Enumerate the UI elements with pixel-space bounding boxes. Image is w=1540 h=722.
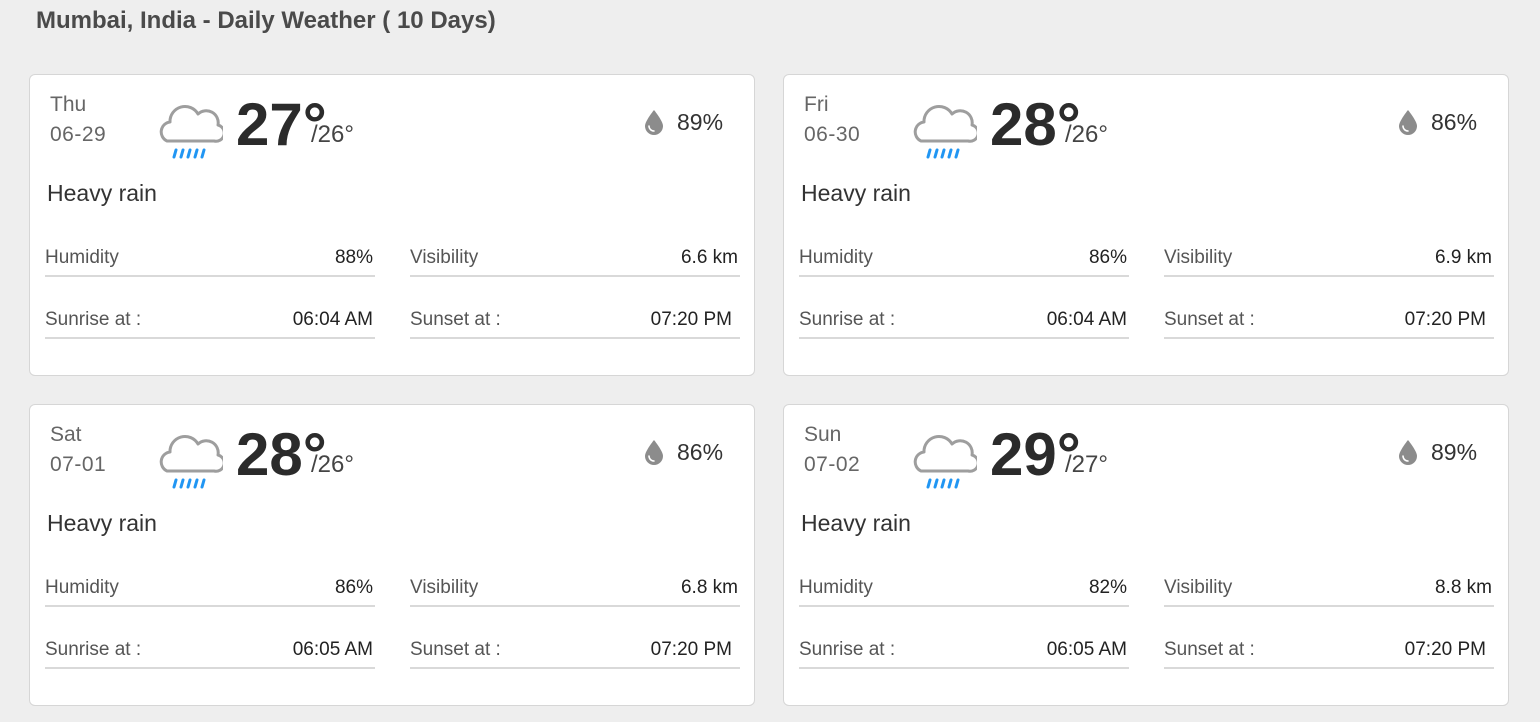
humidity-label: Humidity [799,247,873,268]
weather-condition: Heavy rain [801,510,911,536]
water-drop-icon [645,440,663,465]
heavy-rain-cloud-icon [159,104,223,159]
sunrise-label: Sunrise at : [799,639,896,660]
water-drop-icon [645,110,663,135]
humidity-row: Humidity 86% [45,567,375,607]
visibility-value: 6.8 km [680,577,738,598]
sunset-value: 07:20 PM [1404,309,1486,330]
sunset-row: Sunset at : 07:20 PM [410,299,740,339]
precipitation-value: 89% [1431,439,1478,465]
sunrise-row: Sunrise at : 06:05 AM [799,629,1129,669]
sunrise-value: 06:04 AM [292,309,373,330]
day-forecast-card[interactable]: Fri 06-30 28° /26° 86% Heavy rain Humidi… [783,74,1509,376]
water-drop-icon [1399,110,1417,135]
heavy-rain-cloud-icon [913,434,977,489]
precipitation-value: 86% [1431,109,1478,135]
day-name: Sun [804,423,842,446]
humidity-label: Humidity [799,577,873,598]
sunrise-row: Sunrise at : 06:04 AM [45,299,375,339]
sunrise-value: 06:05 AM [292,639,373,660]
humidity-row: Humidity 88% [45,237,375,277]
heavy-rain-cloud-icon [913,104,977,159]
sunset-label: Sunset at : [410,309,501,330]
precipitation-chance: 89% [1398,438,1477,466]
visibility-label: Visibility [410,577,479,598]
day-date: 07-02 [804,453,861,476]
page-title: Mumbai, India - Daily Weather ( 10 Days) [36,7,496,34]
day-name: Thu [50,93,87,116]
visibility-value: 6.9 km [1434,247,1492,268]
humidity-label: Humidity [45,247,119,268]
sunset-label: Sunset at : [410,639,501,660]
sunset-row: Sunset at : 07:20 PM [1164,629,1494,669]
sunset-value: 07:20 PM [650,639,732,660]
humidity-value: 86% [334,577,373,598]
temperature-low: /26° [311,451,354,478]
humidity-value: 88% [334,247,373,268]
precipitation-value: 86% [677,439,724,465]
sunrise-row: Sunrise at : 06:05 AM [45,629,375,669]
day-date: 07-01 [50,453,107,476]
precipitation-chance: 89% [644,108,723,136]
sunset-value: 07:20 PM [1404,639,1486,660]
visibility-label: Visibility [1164,247,1233,268]
humidity-value: 86% [1088,247,1127,268]
visibility-row: Visibility 8.8 km [1164,567,1494,607]
day-forecast-card[interactable]: Thu 06-29 27° /26° 89% Heavy rain Humidi… [29,74,755,376]
visibility-value: 8.8 km [1434,577,1492,598]
weather-condition: Heavy rain [801,180,911,206]
day-name: Fri [804,93,829,116]
sunrise-value: 06:05 AM [1046,639,1127,660]
sunset-label: Sunset at : [1164,639,1255,660]
day-forecast-card[interactable]: Sun 07-02 29° /27° 89% Heavy rain Humidi… [783,404,1509,706]
heavy-rain-cloud-icon [159,434,223,489]
visibility-row: Visibility 6.6 km [410,237,740,277]
temperature-low: /27° [1065,451,1108,478]
sunset-row: Sunset at : 07:20 PM [410,629,740,669]
day-name: Sat [50,423,82,446]
humidity-row: Humidity 82% [799,567,1129,607]
day-date: 06-30 [804,123,861,146]
day-date: 06-29 [50,123,107,146]
humidity-label: Humidity [45,577,119,598]
sunset-label: Sunset at : [1164,309,1255,330]
sunrise-label: Sunrise at : [799,309,896,330]
sunrise-label: Sunrise at : [45,639,142,660]
temperature-low: /26° [1065,121,1108,148]
visibility-value: 6.6 km [680,247,738,268]
water-drop-icon [1399,440,1417,465]
precipitation-chance: 86% [1398,108,1477,136]
precipitation-value: 89% [677,109,724,135]
sunset-row: Sunset at : 07:20 PM [1164,299,1494,339]
day-forecast-card[interactable]: Sat 07-01 28° /26° 86% Heavy rain Humidi… [29,404,755,706]
weather-condition: Heavy rain [47,180,157,206]
sunrise-row: Sunrise at : 06:04 AM [799,299,1129,339]
sunset-value: 07:20 PM [650,309,732,330]
precipitation-chance: 86% [644,438,723,466]
weather-condition: Heavy rain [47,510,157,536]
visibility-row: Visibility 6.8 km [410,567,740,607]
visibility-label: Visibility [410,247,479,268]
humidity-row: Humidity 86% [799,237,1129,277]
visibility-label: Visibility [1164,577,1233,598]
visibility-row: Visibility 6.9 km [1164,237,1494,277]
sunrise-label: Sunrise at : [45,309,142,330]
temperature-low: /26° [311,121,354,148]
humidity-value: 82% [1088,577,1127,598]
sunrise-value: 06:04 AM [1046,309,1127,330]
